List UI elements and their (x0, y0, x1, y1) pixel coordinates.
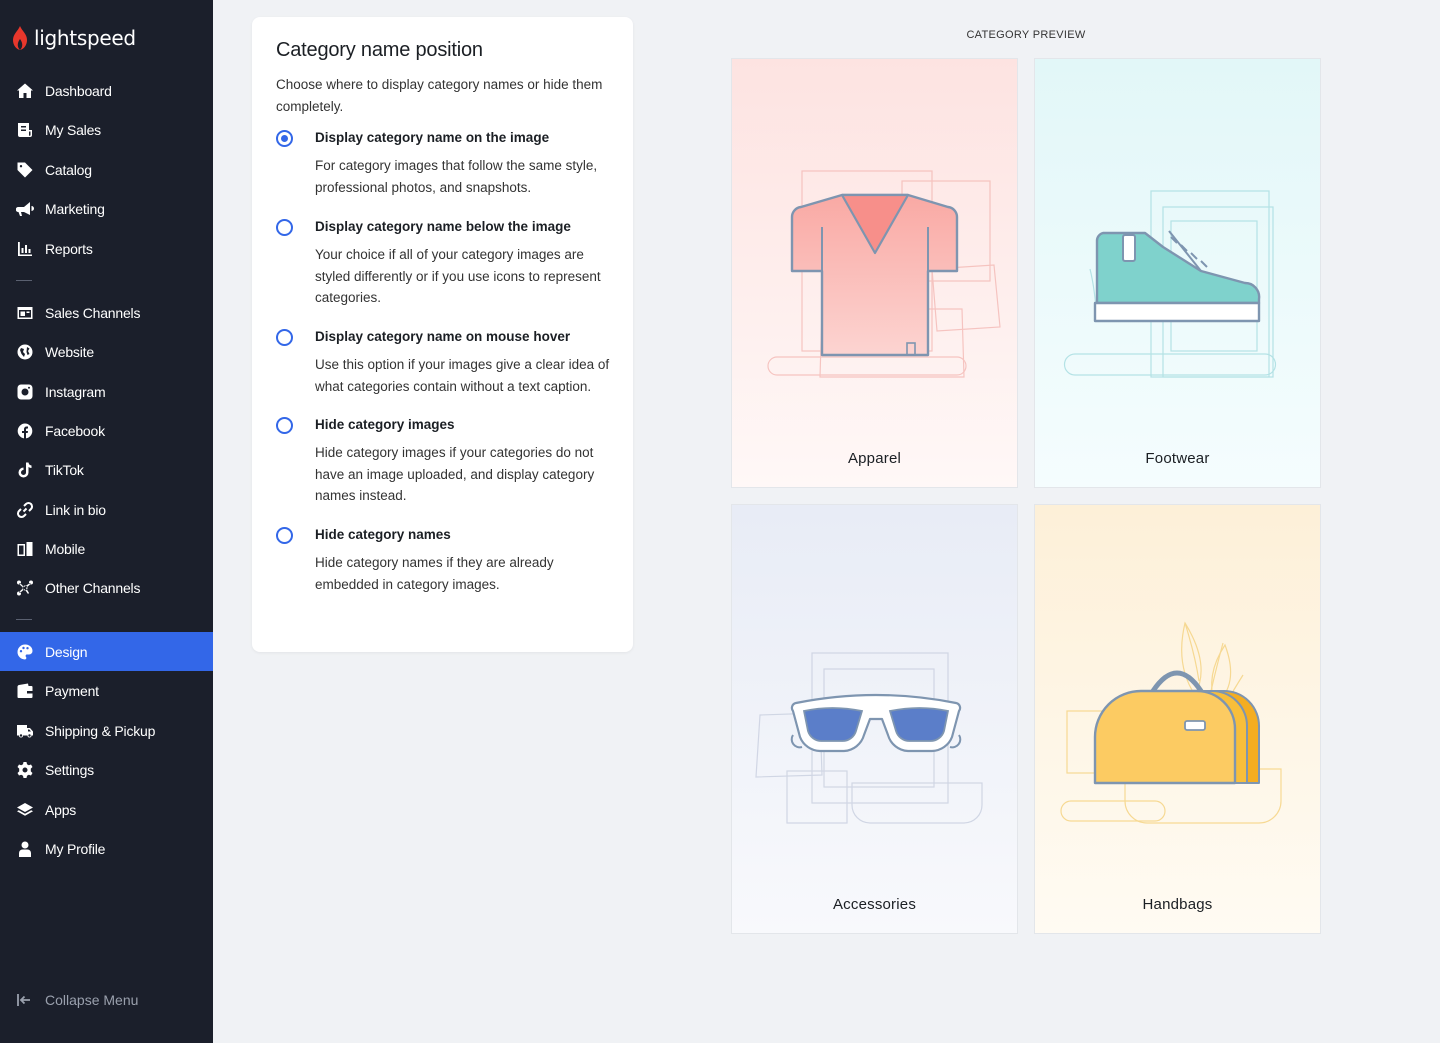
radio-below-image[interactable] (276, 219, 293, 236)
radio-hide-names[interactable] (276, 527, 293, 544)
card-description: Choose where to display category names o… (276, 77, 603, 114)
brand-logo[interactable]: lightspeed (12, 24, 136, 52)
sidebar-item-label: Design (45, 643, 88, 660)
sidebar-item-mobile[interactable]: Mobile (0, 529, 213, 568)
card-title: Category name position (276, 39, 483, 61)
category-name-position-card: Category name position Choose where to d… (252, 17, 633, 652)
option-title: Hide category images (315, 417, 455, 432)
sidebar-item-payment[interactable]: Payment (0, 671, 213, 710)
category-tile-handbags[interactable]: Handbags (1034, 504, 1321, 934)
radio-mouse-hover[interactable] (276, 329, 293, 346)
sunglasses-icon (732, 505, 1017, 933)
sidebar-item-label: Payment (45, 682, 99, 699)
option-description: Hide category names if they are already … (315, 555, 554, 592)
sidebar-item-label: Sales Channels (45, 304, 141, 321)
sidebar-item-my-sales[interactable]: My Sales (0, 110, 213, 149)
option-description: For category images that follow the same… (315, 158, 598, 195)
store-icon (16, 304, 34, 322)
flame-icon (13, 26, 27, 50)
option-title: Display category name below the image (315, 219, 571, 234)
tile-name: Handbags (1142, 896, 1213, 913)
option-title: Hide category names (315, 527, 451, 542)
bar-chart-icon (16, 240, 34, 258)
mobile-icon (16, 540, 34, 558)
tile-name: Accessories (832, 896, 917, 913)
sidebar-item-label: TikTok (45, 461, 84, 478)
sidebar-item-label: Shipping & Pickup (45, 722, 156, 739)
option-title: Display category name on the image (315, 130, 550, 145)
sidebar-item-tiktok[interactable]: TikTok (0, 450, 213, 489)
sidebar-item-apps[interactable]: Apps (0, 790, 213, 829)
palette-icon (16, 643, 34, 661)
sidebar-item-label: Mobile (45, 540, 86, 557)
category-preview-label: CATEGORY PREVIEW (966, 29, 1086, 41)
megaphone-icon (16, 200, 34, 218)
sneaker-icon (1035, 59, 1320, 487)
user-icon (16, 840, 34, 858)
radio-on-image[interactable] (276, 130, 293, 147)
radio-hide-images[interactable] (276, 417, 293, 434)
sidebar-item-reports[interactable]: Reports (0, 229, 213, 268)
sidebar-item-instagram[interactable]: Instagram (0, 372, 213, 411)
sidebar-item-label: Dashboard (45, 82, 112, 99)
sidebar-item-label: My Sales (45, 121, 101, 138)
option-description: Your choice if all of your category imag… (315, 247, 601, 305)
receipt-icon (16, 121, 34, 139)
sidebar-item-label: Reports (45, 240, 93, 257)
sidebar-item-label: Settings (45, 761, 94, 778)
sidebar-item-dashboard[interactable]: Dashboard (0, 71, 213, 110)
layers-icon (16, 801, 34, 819)
sidebar-divider (16, 619, 32, 620)
sidebar-item-shipping-pickup[interactable]: Shipping & Pickup (0, 711, 213, 750)
tiktok-icon (16, 461, 34, 479)
network-icon (16, 579, 34, 597)
sidebar-item-other-channels[interactable]: Other Channels (0, 568, 213, 607)
wallet-icon (16, 682, 34, 700)
option-title: Display category name on mouse hover (315, 329, 571, 344)
sidebar-item-sales-channels[interactable]: Sales Channels (0, 293, 213, 332)
sidebar-item-design[interactable]: Design (0, 632, 213, 671)
truck-icon (16, 722, 34, 740)
instagram-icon (16, 383, 34, 401)
globe-icon (16, 343, 34, 361)
sidebar-item-label: Website (45, 343, 94, 360)
sidebar-item-my-profile[interactable]: My Profile (0, 829, 213, 868)
sidebar-item-label: Link in bio (45, 501, 106, 518)
gear-icon (16, 761, 34, 779)
sidebar-item-label: Catalog (45, 161, 92, 178)
sidebar-item-settings[interactable]: Settings (0, 750, 213, 789)
brand-name: lightspeed (34, 26, 136, 50)
sidebar-item-label: My Profile (45, 840, 106, 857)
collapse-menu-label: Collapse Menu (45, 992, 139, 1008)
sidebar: lightspeed Dashboard My Sales Catalog Ma… (0, 0, 213, 1043)
sidebar-divider (16, 280, 32, 281)
sidebar-item-label: Other Channels (45, 579, 141, 596)
sidebar-item-label: Instagram (45, 383, 106, 400)
option-description: Use this option if your images give a cl… (315, 357, 610, 394)
link-icon (16, 501, 34, 519)
sidebar-item-facebook[interactable]: Facebook (0, 411, 213, 450)
t-shirt-icon (732, 59, 1017, 487)
tile-name: Apparel (847, 450, 902, 467)
category-tile-footwear[interactable]: Footwear (1034, 58, 1321, 488)
tag-icon (16, 161, 34, 179)
sidebar-item-link-in-bio[interactable]: Link in bio (0, 490, 213, 529)
facebook-icon (16, 422, 34, 440)
handbag-icon (1035, 505, 1320, 933)
sidebar-item-catalog[interactable]: Catalog (0, 150, 213, 189)
category-tile-accessories[interactable]: Accessories (731, 504, 1018, 934)
option-description: Hide category images if your categories … (315, 445, 595, 503)
tile-name: Footwear (1145, 450, 1210, 467)
sidebar-item-label: Marketing (45, 200, 105, 217)
sidebar-item-marketing[interactable]: Marketing (0, 189, 213, 228)
sidebar-item-website[interactable]: Website (0, 332, 213, 371)
sidebar-item-label: Apps (45, 801, 77, 818)
home-icon (16, 82, 34, 100)
sidebar-item-label: Facebook (45, 422, 105, 439)
collapse-menu-button[interactable]: Collapse Menu (16, 992, 138, 1008)
category-tile-apparel[interactable]: Apparel (731, 58, 1018, 488)
collapse-arrow-icon (17, 994, 30, 1006)
